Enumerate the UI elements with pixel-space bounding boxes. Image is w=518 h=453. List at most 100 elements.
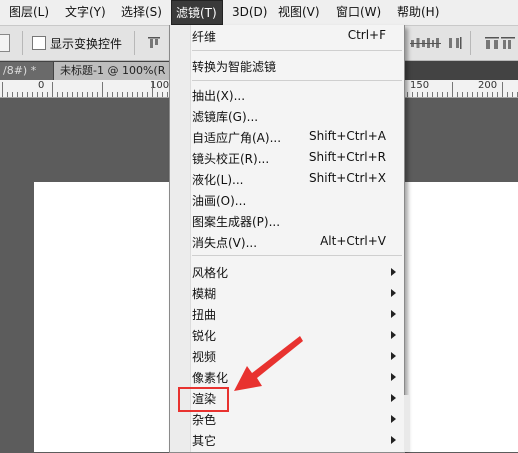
ruler-tick bbox=[87, 92, 88, 97]
distribute-horizontal-icon[interactable] bbox=[410, 35, 426, 51]
menu-item-label: 图案生成器(P)... bbox=[192, 215, 281, 229]
menu-filter[interactable]: 滤镜(T) bbox=[171, 0, 223, 25]
ruler-tick bbox=[482, 92, 483, 97]
menu-divider bbox=[192, 255, 402, 256]
ruler-tick bbox=[427, 92, 428, 97]
submenu-arrow-icon bbox=[391, 352, 396, 360]
menu-item-distort[interactable]: 扭曲 bbox=[190, 303, 404, 324]
submenu-arrow-icon bbox=[391, 436, 396, 444]
options-separator bbox=[22, 31, 23, 55]
menu-view[interactable]: 视图(V) bbox=[278, 0, 320, 25]
menu-item-convert-smart-filter[interactable]: 转换为智能滤镜 bbox=[190, 55, 404, 76]
ruler-tick bbox=[107, 92, 108, 97]
ruler-tick bbox=[97, 92, 98, 97]
menu-item-label: 模糊 bbox=[192, 287, 217, 301]
submenu-arrow-icon bbox=[391, 331, 396, 339]
highlight-box bbox=[178, 387, 229, 412]
distribute-spacing-icon[interactable] bbox=[484, 35, 500, 51]
menu-item-vanishing-point[interactable]: 消失点(V)... Alt+Ctrl+V bbox=[190, 231, 404, 252]
ruler-tick bbox=[122, 92, 123, 97]
ruler-number: 200 bbox=[478, 80, 498, 91]
submenu-arrow-icon bbox=[391, 289, 396, 297]
align-top-icon[interactable] bbox=[146, 35, 162, 51]
ruler-tick bbox=[7, 92, 8, 97]
menu-item-extract[interactable]: 抽出(X)... bbox=[190, 84, 404, 105]
menu-item-oil-paint[interactable]: 油画(O)... bbox=[190, 189, 404, 210]
menu-bar: 图层(L) 文字(Y) 选择(S) 滤镜(T) 3D(D) 视图(V) 窗口(W… bbox=[0, 0, 518, 26]
ruler-tick bbox=[507, 92, 508, 97]
menu-item-label: 消失点(V)... bbox=[192, 236, 258, 250]
menu-item-label: 转换为智能滤镜 bbox=[192, 60, 277, 74]
menu-item-label: 像素化 bbox=[192, 371, 229, 385]
tool-preset-dropdown[interactable] bbox=[0, 34, 10, 52]
options-separator bbox=[134, 31, 135, 55]
ruler-tick bbox=[12, 92, 13, 97]
menu-help[interactable]: 帮助(H) bbox=[397, 0, 439, 25]
ruler-tick bbox=[407, 92, 408, 97]
menu-item-liquify[interactable]: 液化(L)... Shift+Ctrl+X bbox=[190, 168, 404, 189]
ruler-tick bbox=[422, 92, 423, 97]
ruler-tick bbox=[462, 92, 463, 97]
menu-select[interactable]: 选择(S) bbox=[121, 0, 162, 25]
menu-item-adaptive-wide-angle[interactable]: 自适应广角(A)... Shift+Ctrl+A bbox=[190, 126, 404, 147]
menu-type[interactable]: 文字(Y) bbox=[65, 0, 106, 25]
ruler-tick bbox=[132, 92, 133, 97]
menu-item-other[interactable]: 其它 bbox=[190, 429, 404, 450]
ruler-tick bbox=[37, 92, 38, 97]
ruler-tick bbox=[22, 92, 23, 97]
menu-item-label: 液化(L)... bbox=[192, 173, 244, 187]
menu-item-stylize[interactable]: 风格化 bbox=[190, 261, 404, 282]
submenu-arrow-icon bbox=[391, 415, 396, 423]
menu-item-filter-gallery[interactable]: 滤镜库(G)... bbox=[190, 105, 404, 126]
ruler-tick bbox=[52, 82, 53, 97]
show-transform-label: 显示变换控件 bbox=[50, 37, 123, 51]
menu-item-label: 油画(O)... bbox=[192, 194, 247, 208]
ruler-tick bbox=[167, 92, 168, 97]
show-transform-checkbox[interactable] bbox=[32, 36, 46, 50]
menu-item-pixelate[interactable]: 像素化 bbox=[190, 366, 404, 387]
panel-edge bbox=[404, 395, 410, 452]
menu-layer[interactable]: 图层(L) bbox=[9, 0, 49, 25]
ruler-tick bbox=[497, 92, 498, 97]
menu-item-fibers[interactable]: 纤维 Ctrl+F bbox=[190, 25, 404, 46]
tab-document-1[interactable]: /8#) * bbox=[0, 62, 53, 80]
ruler-tick bbox=[102, 82, 103, 97]
ruler-tick bbox=[47, 92, 48, 97]
ruler-number: 150 bbox=[410, 80, 430, 91]
distribute-center-icon[interactable] bbox=[425, 35, 441, 51]
ruler-tick bbox=[492, 92, 493, 97]
ruler-tick bbox=[142, 92, 143, 97]
ruler-number: 0 bbox=[38, 80, 45, 91]
menu-item-lens-correction[interactable]: 镜头校正(R)... Shift+Ctrl+R bbox=[190, 147, 404, 168]
ruler-tick bbox=[77, 92, 78, 97]
ruler-tick bbox=[42, 92, 43, 97]
ruler-tick bbox=[92, 92, 93, 97]
ruler-tick bbox=[442, 92, 443, 97]
distribute-right-icon[interactable] bbox=[446, 35, 462, 51]
menu-item-shortcut: Ctrl+F bbox=[347, 28, 386, 42]
ruler-tick bbox=[57, 92, 58, 97]
menu-item-blur[interactable]: 模糊 bbox=[190, 282, 404, 303]
menu-item-label: 滤镜库(G)... bbox=[192, 110, 259, 124]
ruler-tick bbox=[437, 92, 438, 97]
auto-align-icon[interactable] bbox=[500, 35, 516, 51]
ruler-tick bbox=[477, 92, 478, 97]
ruler-tick bbox=[512, 92, 513, 97]
menu-window[interactable]: 窗口(W) bbox=[336, 0, 381, 25]
menu-item-label: 视频 bbox=[192, 350, 217, 364]
menu-item-label: 纤维 bbox=[192, 30, 217, 44]
menu-3d[interactable]: 3D(D) bbox=[232, 0, 267, 25]
ruler-tick bbox=[452, 82, 453, 97]
menu-item-pattern-maker[interactable]: 图案生成器(P)... bbox=[190, 210, 404, 231]
ruler-tick bbox=[82, 92, 83, 97]
tab-document-untitled[interactable]: 未标题-1 @ 100%(R bbox=[54, 62, 186, 80]
menu-item-sharpen[interactable]: 锐化 bbox=[190, 324, 404, 345]
ruler-tick bbox=[412, 92, 413, 97]
menu-item-shortcut: Alt+Ctrl+V bbox=[320, 234, 386, 248]
submenu-arrow-icon bbox=[391, 394, 396, 402]
menu-divider bbox=[192, 50, 402, 51]
options-separator bbox=[470, 31, 471, 55]
menu-item-video[interactable]: 视频 bbox=[190, 345, 404, 366]
ruler-tick bbox=[2, 82, 3, 97]
menu-item-label: 其它 bbox=[192, 434, 217, 448]
